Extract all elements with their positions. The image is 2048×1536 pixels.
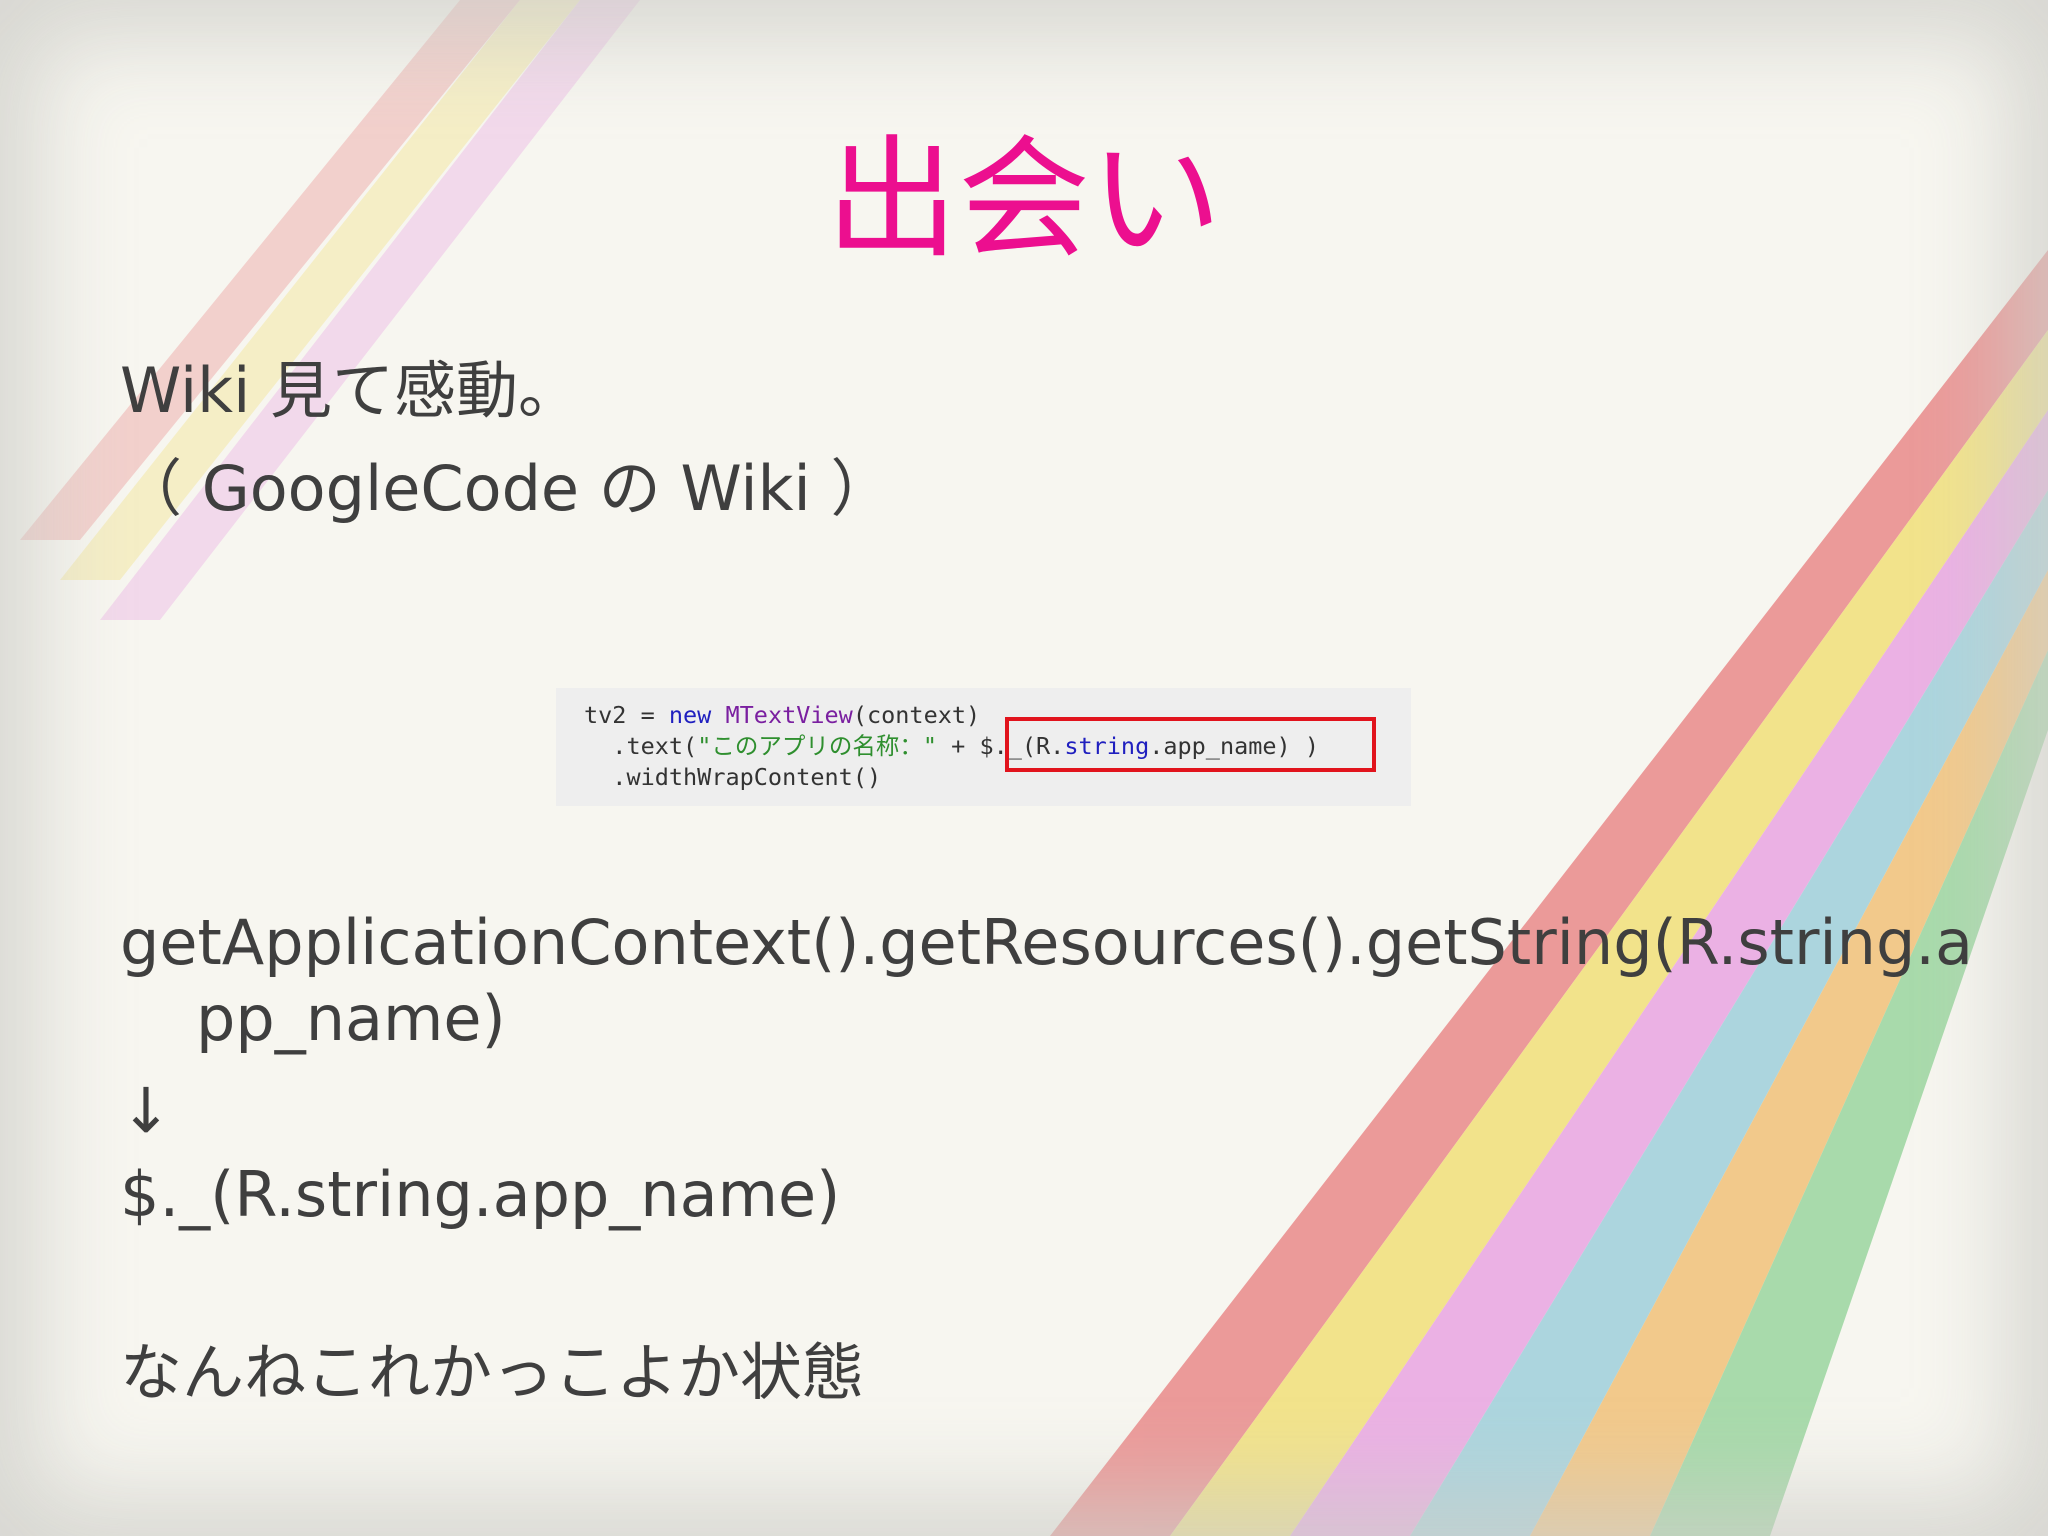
- code-screenshot: tv2 = new MTextView(context) .text("このアプ…: [556, 688, 1411, 806]
- slide: 出会い Wiki 見て感動。 （ GoogleCode の Wiki ） tv2…: [0, 0, 2048, 1536]
- body-line-getstring: getApplicationContext().getResources().g…: [120, 906, 1974, 979]
- body-line-wiki: Wiki 見て感動。: [120, 354, 581, 427]
- down-arrow: ↓: [120, 1074, 172, 1147]
- body-line-googlecode: （ GoogleCode の Wiki ）: [120, 452, 893, 525]
- slide-title: 出会い: [826, 123, 1222, 277]
- highlight-box: [1005, 717, 1376, 772]
- body-line-getstring-wrap: pp_name): [196, 982, 506, 1055]
- body-line-impression: なんねこれかっこよか状態: [120, 1336, 865, 1409]
- code-line-1: tv2 = new MTextView(context): [584, 701, 981, 729]
- body-line-shorthand: $._(R.string.app_name): [120, 1158, 841, 1231]
- code-line-3: .widthWrapContent(): [584, 763, 882, 791]
